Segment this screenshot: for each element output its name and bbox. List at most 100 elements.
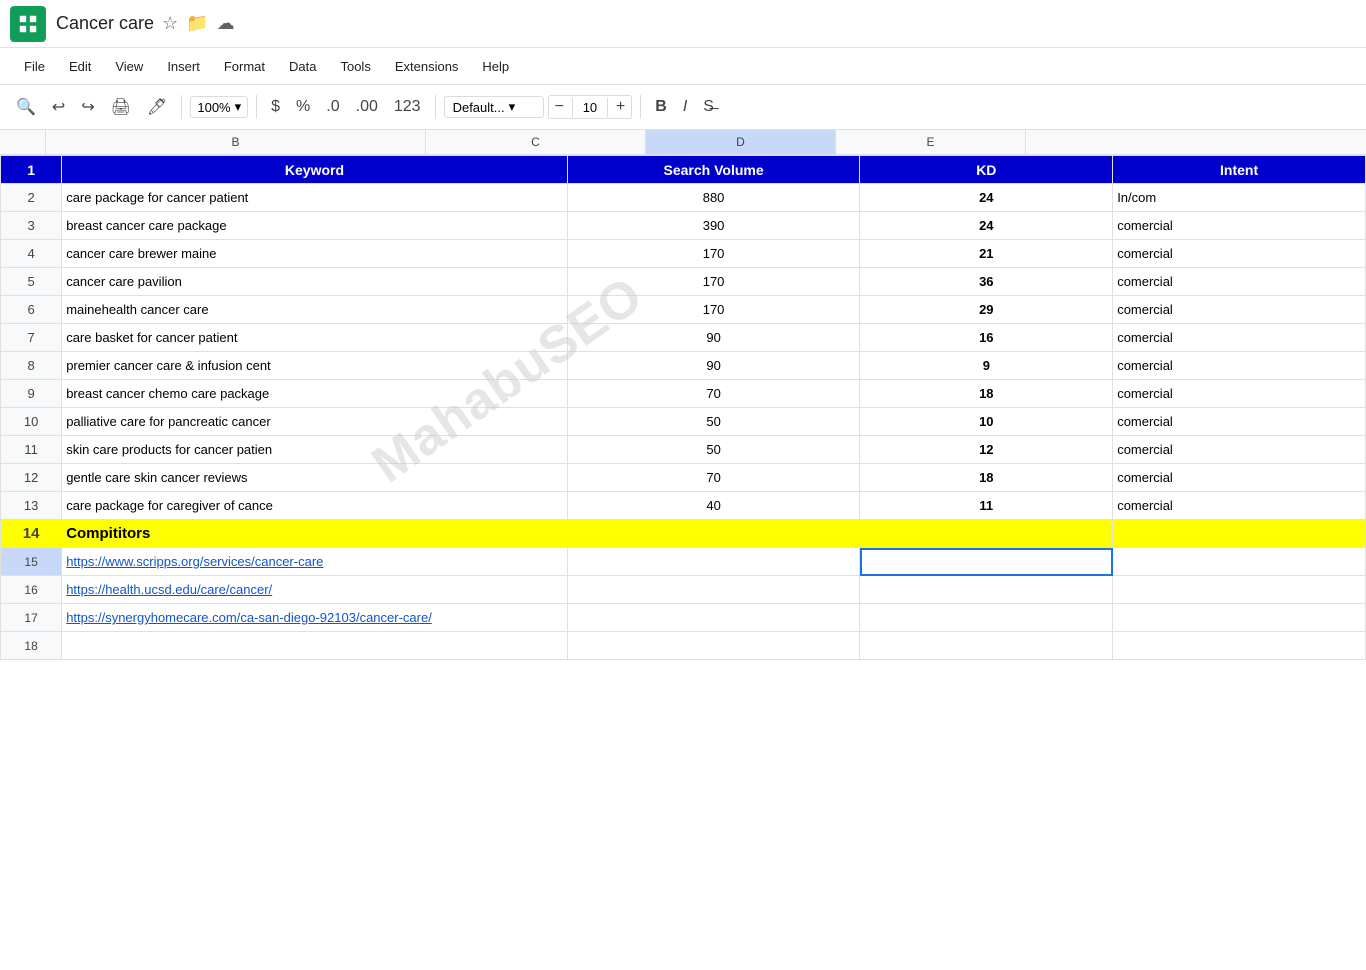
cell-keyword-5[interactable]: cancer care pavilion	[62, 268, 568, 296]
cell-intent-5[interactable]: comercial	[1113, 268, 1366, 296]
cell-kd-9[interactable]: 18	[860, 380, 1113, 408]
cell-search-volume-8[interactable]: 90	[567, 352, 860, 380]
font-size-value[interactable]: 10	[572, 98, 608, 117]
redo-button[interactable]: ↪	[75, 93, 100, 121]
search-button[interactable]: 🔍	[10, 93, 42, 121]
menu-format[interactable]: Format	[214, 55, 275, 78]
italic-button[interactable]: I	[677, 94, 693, 120]
cell-search-volume-10[interactable]: 50	[567, 408, 860, 436]
cell-kd-10[interactable]: 10	[860, 408, 1113, 436]
cell-intent-13[interactable]: comercial	[1113, 492, 1366, 520]
cell-kd-6[interactable]: 29	[860, 296, 1113, 324]
cell-keyword-13[interactable]: care package for caregiver of cance	[62, 492, 568, 520]
cell-intent-4[interactable]: comercial	[1113, 240, 1366, 268]
menu-help[interactable]: Help	[472, 55, 519, 78]
cell-link-17[interactable]: https://synergyhomecare.com/ca-san-diego…	[62, 604, 568, 632]
doc-title[interactable]: Cancer care	[56, 13, 154, 34]
undo-button[interactable]: ↩	[46, 93, 71, 121]
cell-kd-13[interactable]: 11	[860, 492, 1113, 520]
table-row: 7care basket for cancer patient9016comer…	[1, 324, 1366, 352]
paint-format-button[interactable]: 🖊	[141, 93, 173, 121]
menu-insert[interactable]: Insert	[157, 55, 210, 78]
row-num-11: 11	[1, 436, 62, 464]
print-button[interactable]: 🖨	[105, 93, 137, 121]
cloud-icon[interactable]: ☁	[217, 13, 235, 34]
cell-intent-10[interactable]: comercial	[1113, 408, 1366, 436]
format-decimal-2-button[interactable]: .00	[350, 94, 384, 120]
cell-search-volume-9[interactable]: 70	[567, 380, 860, 408]
cell-empty-d-16[interactable]	[860, 576, 1113, 604]
strikethrough-button[interactable]: S̶	[697, 94, 720, 120]
cell-intent-7[interactable]: comercial	[1113, 324, 1366, 352]
menu-extensions[interactable]: Extensions	[385, 55, 469, 78]
menu-file[interactable]: File	[14, 55, 55, 78]
cell-keyword-4[interactable]: cancer care brewer maine	[62, 240, 568, 268]
font-size-plus-button[interactable]: +	[610, 96, 631, 118]
percent-button[interactable]: %	[290, 94, 316, 120]
cell-kd-5[interactable]: 36	[860, 268, 1113, 296]
format-decimal-1-button[interactable]: .0	[320, 94, 345, 120]
col-header-d[interactable]: D	[646, 130, 836, 154]
menu-tools[interactable]: Tools	[330, 55, 380, 78]
cell-link-16[interactable]: https://health.ucsd.edu/care/cancer/	[62, 576, 568, 604]
cell-keyword-6[interactable]: mainehealth cancer care	[62, 296, 568, 324]
star-icon[interactable]: ☆	[162, 13, 178, 34]
row-num-9: 9	[1, 380, 62, 408]
currency-button[interactable]: $	[265, 94, 286, 120]
cell-keyword-10[interactable]: palliative care for pancreatic cancer	[62, 408, 568, 436]
cell-keyword-3[interactable]: breast cancer care package	[62, 212, 568, 240]
bold-button[interactable]: B	[649, 94, 673, 120]
format-123-button[interactable]: 123	[388, 94, 427, 120]
cell-kd-7[interactable]: 16	[860, 324, 1113, 352]
cell-search-volume-4[interactable]: 170	[567, 240, 860, 268]
menu-data[interactable]: Data	[279, 55, 326, 78]
menu-view[interactable]: View	[105, 55, 153, 78]
col-header-c[interactable]: C	[426, 130, 646, 154]
zoom-control[interactable]: 100% ▾	[190, 96, 248, 118]
header-search-volume[interactable]: Search Volume	[567, 156, 860, 184]
cell-search-volume-7[interactable]: 90	[567, 324, 860, 352]
cell-keyword-11[interactable]: skin care products for cancer patien	[62, 436, 568, 464]
cell-kd-11[interactable]: 12	[860, 436, 1113, 464]
table-row: 12gentle care skin cancer reviews7018com…	[1, 464, 1366, 492]
cell-kd-2[interactable]: 24	[860, 184, 1113, 212]
cell-intent-6[interactable]: comercial	[1113, 296, 1366, 324]
folder-icon[interactable]: 📁	[186, 13, 208, 34]
cell-search-volume-5[interactable]: 170	[567, 268, 860, 296]
cell-keyword-7[interactable]: care basket for cancer patient	[62, 324, 568, 352]
cell-kd-8[interactable]: 9	[860, 352, 1113, 380]
cell-intent-9[interactable]: comercial	[1113, 380, 1366, 408]
cell-kd-4[interactable]: 21	[860, 240, 1113, 268]
col-header-e[interactable]: E	[836, 130, 1026, 154]
col-header-b[interactable]: B	[46, 130, 426, 154]
cell-keyword-9[interactable]: breast cancer chemo care package	[62, 380, 568, 408]
menu-edit[interactable]: Edit	[59, 55, 101, 78]
header-keyword[interactable]: Keyword	[62, 156, 568, 184]
cell-search-volume-11[interactable]: 50	[567, 436, 860, 464]
app-icon	[10, 6, 46, 42]
cell-intent-12[interactable]: comercial	[1113, 464, 1366, 492]
cell-search-volume-2[interactable]: 880	[567, 184, 860, 212]
cell-empty-e-16	[1113, 576, 1366, 604]
competitors-label[interactable]: Compititors	[62, 520, 568, 548]
cell-intent-2[interactable]: In/com	[1113, 184, 1366, 212]
cell-intent-3[interactable]: comercial	[1113, 212, 1366, 240]
cell-search-volume-13[interactable]: 40	[567, 492, 860, 520]
cell-intent-11[interactable]: comercial	[1113, 436, 1366, 464]
header-kd[interactable]: KD	[860, 156, 1113, 184]
cell-intent-8[interactable]: comercial	[1113, 352, 1366, 380]
cell-keyword-2[interactable]: care package for cancer patient	[62, 184, 568, 212]
cell-link-15[interactable]: https://www.scripps.org/services/cancer-…	[62, 548, 568, 576]
cell-empty-d-17[interactable]	[860, 604, 1113, 632]
header-intent[interactable]: Intent	[1113, 156, 1366, 184]
cell-empty-d-15[interactable]	[860, 548, 1113, 576]
cell-search-volume-12[interactable]: 70	[567, 464, 860, 492]
cell-search-volume-6[interactable]: 170	[567, 296, 860, 324]
cell-keyword-8[interactable]: premier cancer care & infusion cent	[62, 352, 568, 380]
cell-kd-12[interactable]: 18	[860, 464, 1113, 492]
cell-keyword-12[interactable]: gentle care skin cancer reviews	[62, 464, 568, 492]
font-family-control[interactable]: Default... ▾	[444, 96, 544, 118]
font-size-minus-button[interactable]: −	[549, 96, 570, 118]
cell-search-volume-3[interactable]: 390	[567, 212, 860, 240]
cell-kd-3[interactable]: 24	[860, 212, 1113, 240]
